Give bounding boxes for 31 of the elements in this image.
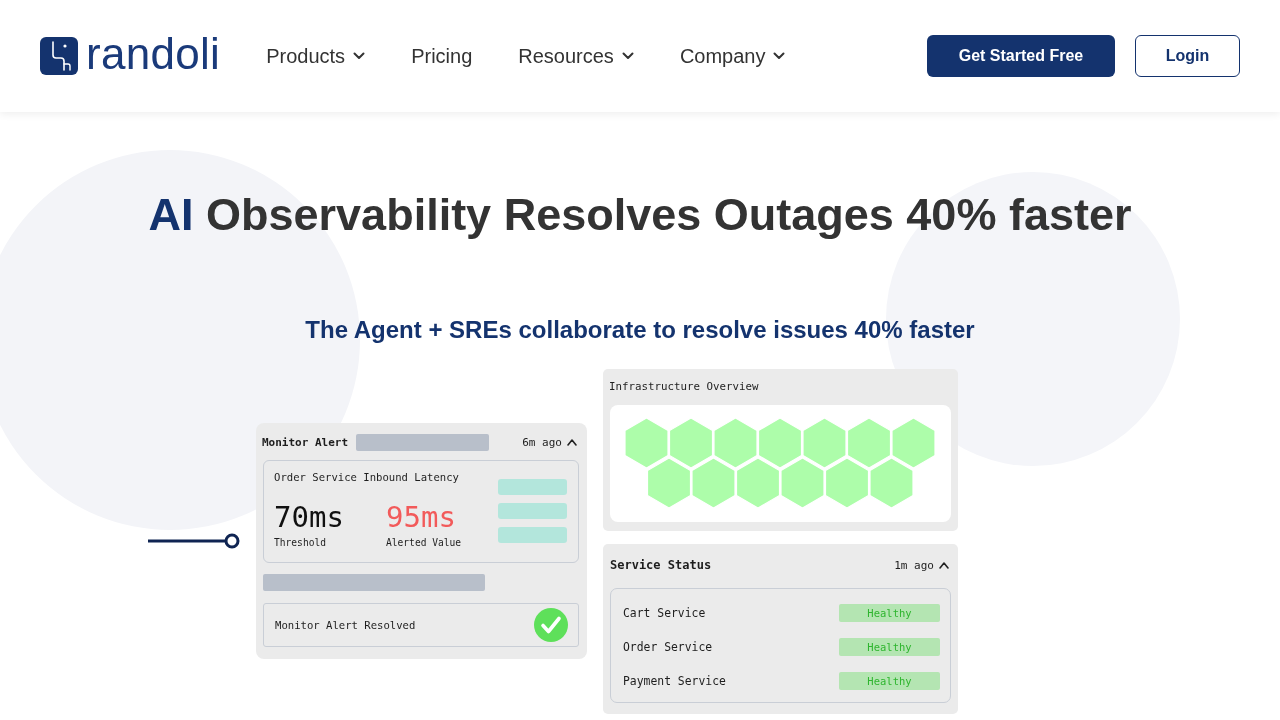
timestamp: 1m ago xyxy=(894,558,934,572)
status-badge: Healthy xyxy=(839,604,940,622)
service-name: Cart Service xyxy=(623,606,706,620)
value-label: Threshold xyxy=(274,537,327,549)
service-name: Order Service xyxy=(623,640,713,654)
nav-link[interactable]: Company xyxy=(679,44,786,68)
status-badge: Healthy xyxy=(839,672,940,690)
login-button[interactable]: Login xyxy=(1135,35,1240,77)
metric-name: Order Service Inbound Latency xyxy=(274,470,460,484)
get-started-button[interactable]: Get Started Free xyxy=(927,35,1115,77)
timestamp: 6m ago xyxy=(522,435,562,449)
skeleton-bar xyxy=(498,527,567,543)
logo-wordmark[interactable]: randoli xyxy=(86,32,221,76)
alerted-value: 95ms xyxy=(386,501,457,533)
card-title: Service Status xyxy=(610,558,712,572)
hero-heading: AI Observability Resolves Outages 40% faster xyxy=(148,188,1132,242)
value-label: Alerted Value xyxy=(386,537,463,549)
card-title: Infrastructure Overview xyxy=(609,380,760,394)
skeleton-bar xyxy=(498,503,567,519)
elephant-logo-icon[interactable] xyxy=(40,37,78,75)
card-title: Monitor Alert xyxy=(262,435,349,449)
threshold-value: 70ms xyxy=(274,501,345,533)
skeleton-bar xyxy=(498,479,567,495)
connector-icon xyxy=(148,533,240,549)
resolution-text: Monitor Alert Resolved xyxy=(275,619,416,631)
nav-link[interactable]: Pricing xyxy=(411,44,473,68)
nav-link[interactable]: Products xyxy=(266,44,366,68)
service-name: Payment Service xyxy=(623,674,726,688)
nav-link[interactable]: Resources xyxy=(518,44,634,68)
status-badge: Healthy xyxy=(839,638,940,656)
hero-subheading: The Agent + SREs collaborate to resolve issues 40% faster xyxy=(305,315,975,345)
